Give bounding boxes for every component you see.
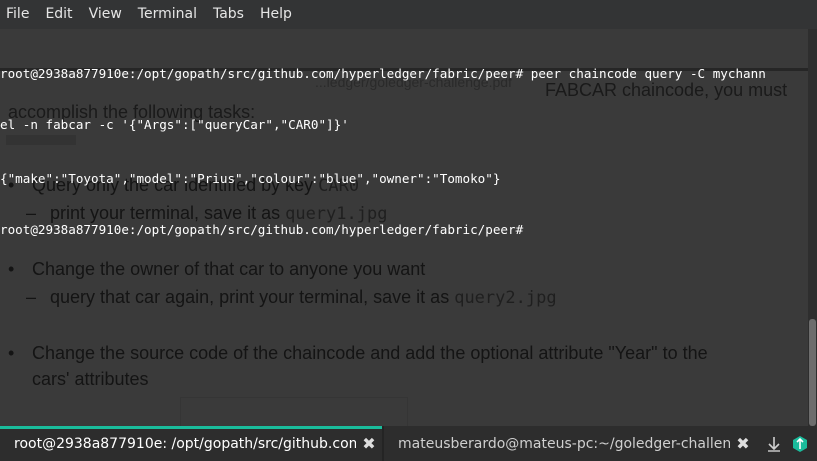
terminal-view[interactable]: ...ledger/goledger-challenge.pdf FABCAR … [0,29,808,426]
menu-help[interactable]: Help [252,0,300,29]
terminal-app-icon [790,434,810,454]
ghost-box [180,397,408,426]
tab-label: mateusberardo@mateus-pc:~/goledger-chall… [398,435,730,452]
task-bullet: • [8,343,15,363]
terminal-output: root@2938a877910e:/opt/gopath/src/github… [0,29,808,267]
terminal-line: {"make":"Toyota","model":"Prius","colour… [0,171,501,186]
menu-bar: File Edit View Terminal Tabs Help [0,0,817,29]
menu-file[interactable]: File [0,0,37,29]
tab-root-terminal[interactable]: root@2938a877910e: /opt/gopath/src/githu… [0,426,382,461]
task-item: • Change the source code of the chaincode… [8,343,708,364]
sub-dash: – [26,287,37,307]
menu-view[interactable]: View [81,0,130,29]
menu-tabs[interactable]: Tabs [205,0,252,29]
close-icon[interactable]: ✖ [356,434,382,453]
tab-label: root@2938a877910e: /opt/gopath/src/githu… [14,435,356,452]
task-continuation: cars' attributes [32,369,148,390]
tab-actions [756,426,810,461]
task-continuation-text: cars' attributes [32,369,149,389]
terminal-line: root@2938a877910e:/opt/gopath/src/github… [0,222,531,237]
close-icon[interactable]: ✖ [730,434,756,453]
terminal-line: el -n fabcar -c '{"Args":["queryCar","CA… [0,117,349,132]
sub-code: query2.jpg [454,288,557,308]
tab-bar: root@2938a877910e: /opt/gopath/src/githu… [0,426,817,461]
scrollbar-thumb[interactable] [809,319,816,426]
terminal-line: root@2938a877910e:/opt/gopath/src/github… [0,66,766,81]
menu-edit[interactable]: Edit [37,0,80,29]
down-arrow-icon[interactable] [764,434,784,454]
task-subitem: – query that car again, print your termin… [26,287,557,308]
tab-user-terminal[interactable]: mateusberardo@mateus-pc:~/goledger-chall… [384,426,756,461]
menu-terminal[interactable]: Terminal [130,0,205,29]
terminal-scrollbar[interactable] [808,29,817,426]
sub-text: query that car again, print your termina… [50,287,455,307]
task-text: Change the source code of the chaincode … [32,343,708,363]
